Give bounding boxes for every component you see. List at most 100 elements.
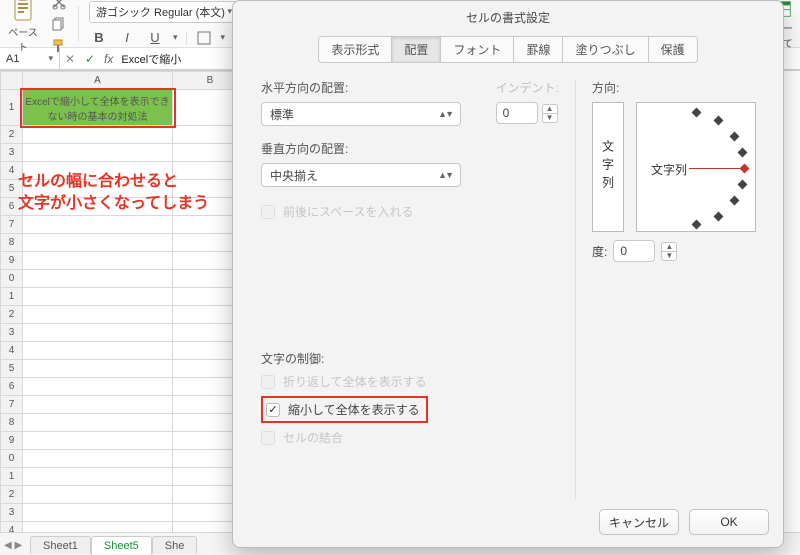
paste-button[interactable]: ペースト [6,0,40,54]
cell[interactable] [23,306,173,324]
orientation-vertical-button[interactable]: 文字列 [592,102,624,232]
cell[interactable] [23,180,173,198]
grid[interactable]: A B 1 Excelで縮小して全体を表示できない時の基本の対処法 2 3 4 … [0,71,248,540]
orientation-column: 方向: 文字列 文字列 [575,79,765,499]
cell[interactable] [23,198,173,216]
indent-input[interactable]: 0 [496,102,538,124]
sheet-tab[interactable]: Sheet1 [30,536,91,554]
sheet-tab[interactable]: She [152,536,198,554]
sheet-nav[interactable]: ◀ ▶ [4,540,22,551]
cell[interactable] [23,270,173,288]
cell[interactable] [23,234,173,252]
row-header[interactable]: 3 [1,324,23,342]
merge-checkbox[interactable] [261,431,275,445]
space-pad-checkbox [261,205,275,219]
orientation-dial-label: 文字列 [651,161,687,178]
text-control-label: 文字の制御: [261,350,559,367]
row-header[interactable]: 6 [1,198,23,216]
cell[interactable] [23,414,173,432]
tab-number-format[interactable]: 表示形式 [318,36,392,63]
cell[interactable] [23,288,173,306]
chevron-down-icon[interactable]: ▾ [173,32,178,43]
row-header[interactable]: 2 [1,126,23,144]
cell[interactable] [23,342,173,360]
row-header[interactable]: 1 [1,90,23,126]
cell[interactable] [23,324,173,342]
cell[interactable] [23,378,173,396]
space-pad-label: 前後にスペースを入れる [283,203,414,220]
row-header[interactable]: 9 [1,432,23,450]
separator [78,6,79,42]
separator [186,31,187,45]
col-header[interactable]: A [23,72,173,90]
format-painter-icon[interactable] [50,37,68,55]
italic-button[interactable]: I [117,29,137,47]
tab-fill[interactable]: 塗りつぶし [562,36,648,63]
ok-button[interactable]: OK [689,509,769,535]
row-header[interactable]: 0 [1,270,23,288]
row-header[interactable]: 9 [1,252,23,270]
cell[interactable] [23,144,173,162]
chevron-down-icon: ▼ [543,114,557,122]
confirm-edit-icon[interactable]: ✓ [80,52,100,66]
cell[interactable] [23,450,173,468]
tab-font[interactable]: フォント [440,36,514,63]
row-header[interactable]: 1 [1,468,23,486]
row-header[interactable]: 8 [1,414,23,432]
cell[interactable] [23,504,173,522]
select-all-corner[interactable] [1,72,23,90]
cell[interactable] [23,216,173,234]
font-name-select[interactable]: 游ゴシック Regular (本文) ▾ [89,1,239,23]
degree-label: 度: [592,243,607,260]
row-header[interactable]: 5 [1,360,23,378]
indent-label: インデント: [496,79,559,96]
sheet-tab[interactable]: Sheet5 [91,536,152,555]
row-header[interactable]: 7 [1,216,23,234]
chevron-down-icon[interactable]: ▾ [221,32,226,43]
row-header[interactable]: 3 [1,504,23,522]
degree-stepper[interactable]: ▲▼ [661,242,677,261]
cut-icon[interactable] [50,0,68,11]
chevron-down-icon: ▾ [48,53,53,64]
v-align-select[interactable]: 中央揃え ▲▼ [261,163,461,187]
cell[interactable] [23,126,173,144]
dialog-tabs: 表示形式 配置 フォント 罫線 塗りつぶし 保護 [233,36,783,63]
row-header[interactable]: 6 [1,378,23,396]
cell[interactable] [23,252,173,270]
row-header[interactable]: 1 [1,288,23,306]
cell[interactable] [23,162,173,180]
degree-input[interactable]: 0 [613,240,655,262]
bold-button[interactable]: B [89,29,109,47]
underline-button[interactable]: U [145,29,165,47]
row-header[interactable]: 8 [1,234,23,252]
row-header[interactable]: 7 [1,396,23,414]
cell[interactable] [23,486,173,504]
row-header[interactable]: 2 [1,486,23,504]
cell[interactable] [23,360,173,378]
clipboard-icon [11,0,35,22]
tab-protection[interactable]: 保護 [648,36,698,63]
h-align-select[interactable]: 標準 ▲▼ [261,102,461,126]
cell-a1[interactable]: Excelで縮小して全体を表示できない時の基本の対処法 [23,90,173,126]
cell[interactable] [23,432,173,450]
row-header[interactable]: 3 [1,144,23,162]
cell[interactable] [23,396,173,414]
tab-border[interactable]: 罫線 [513,36,563,63]
row-header[interactable]: 4 [1,342,23,360]
row-header[interactable]: 0 [1,450,23,468]
shrink-checkbox[interactable] [266,403,280,417]
cancel-button[interactable]: キャンセル [599,509,679,535]
orientation-dial[interactable]: 文字列 [636,102,756,232]
dialog-footer: キャンセル OK [233,499,783,547]
indent-stepper[interactable]: ▲▼ [542,104,558,123]
orientation-label: 方向: [592,79,765,96]
wrap-checkbox[interactable] [261,375,275,389]
row-header[interactable]: 2 [1,306,23,324]
row-header[interactable]: 4 [1,162,23,180]
copy-icon[interactable] [50,15,68,33]
row-header[interactable]: 5 [1,180,23,198]
tab-alignment[interactable]: 配置 [391,36,441,63]
fx-label[interactable]: fx [100,52,117,66]
cell[interactable] [23,468,173,486]
border-icon[interactable] [195,29,213,47]
